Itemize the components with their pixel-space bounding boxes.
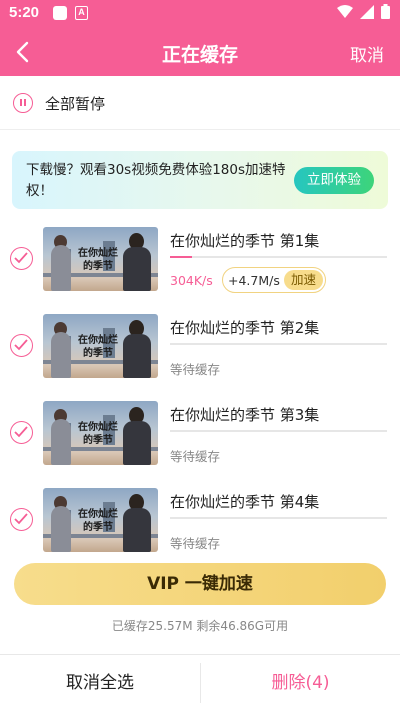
selected-check-icon[interactable] xyxy=(10,334,33,357)
episode-title: 在你灿烂的季节 第2集 xyxy=(170,319,320,337)
episode-thumbnail: 在你灿烂 的季节 xyxy=(43,401,158,465)
episode-thumbnail: 在你灿烂 的季节 xyxy=(43,314,158,378)
download-item[interactable]: 在你灿烂的季节 在你灿烂的季节 第1集 304K/s +4.7M/s 加速 xyxy=(0,222,400,308)
boost-button[interactable]: 加速 xyxy=(284,270,323,290)
episode-thumbnail: 在你灿烂 的季节 xyxy=(43,488,158,552)
page-title: 正在缓存 xyxy=(161,44,238,66)
status-time: 5:20 xyxy=(9,4,40,21)
waiting-status: 等待缓存 xyxy=(170,362,221,377)
storage-info: 已缓存25.57M 剩余46.86G可用 xyxy=(111,619,289,633)
deselect-all-button[interactable]: 取消全选 xyxy=(0,655,200,710)
thumbnail-caption-line: 的季节 xyxy=(83,348,113,359)
episode-title: 在你灿烂的季节 第4集 xyxy=(170,493,320,511)
download-item[interactable]: 在你灿烂的季节 在你灿烂的季节 第4集 等待缓存 xyxy=(0,483,400,569)
boost-pill: +4.7M/s 加速 xyxy=(222,267,326,293)
thumbnail-caption-line: 在你灿烂 xyxy=(78,248,118,259)
pause-icon xyxy=(13,93,33,113)
speed-promo-banner: 下载慢？观看30s视频免费体验180s加速特权！ 立即体验 xyxy=(12,151,388,209)
thumbnail-caption-line: 在你灿烂 xyxy=(78,335,118,346)
thumbnail-caption-line: 在你灿烂 xyxy=(78,422,118,433)
pause-all-row[interactable]: 全部暂停 xyxy=(0,76,400,130)
progress-bar xyxy=(170,430,387,432)
download-item[interactable]: 在你灿烂的季节 在你灿烂的季节 第3集 等待缓存 xyxy=(0,396,400,482)
delete-button[interactable]: 删除(4) xyxy=(201,655,400,710)
progress-fill xyxy=(170,256,192,258)
status-bar: 5:20 A xyxy=(0,0,400,28)
download-item[interactable]: 在你灿烂的季节 在你灿烂的季节 第2集 等待缓存 xyxy=(0,309,400,395)
waiting-status: 等待缓存 xyxy=(170,536,221,551)
thumbnail-caption-line: 的季节 xyxy=(83,522,113,533)
battery-icon xyxy=(381,4,390,19)
download-speed: 304K/s xyxy=(170,273,213,288)
thumbnail-caption-line: 的季节 xyxy=(83,261,113,272)
bottom-action-bar: 取消全选 删除(4) xyxy=(0,654,400,710)
try-now-button[interactable]: 立即体验 xyxy=(294,167,374,194)
selected-check-icon[interactable] xyxy=(10,421,33,444)
app-notification-icon: A xyxy=(75,6,88,20)
signal-icon xyxy=(360,4,374,19)
promo-text: 下载慢？观看30s视频免费体验180s加速特权！ xyxy=(26,162,286,199)
boost-speed: +4.7M/s xyxy=(228,273,280,288)
thumbnail-caption-line: 在你灿烂 xyxy=(78,509,118,520)
episode-thumbnail: 在你灿烂 的季节 xyxy=(43,227,158,291)
wifi-icon xyxy=(337,5,353,18)
vip-boost-button[interactable]: VIP 一键加速 xyxy=(14,563,386,605)
title-bar: 正在缓存 取消 xyxy=(0,28,400,76)
episode-title: 在你灿烂的季节 第1集 xyxy=(170,232,320,250)
selected-check-icon[interactable] xyxy=(10,508,33,531)
pause-all-label: 全部暂停 xyxy=(45,95,106,113)
episode-title: 在你灿烂的季节 第3集 xyxy=(170,406,320,424)
waiting-status: 等待缓存 xyxy=(170,449,221,464)
progress-bar xyxy=(170,256,387,258)
selected-check-icon[interactable] xyxy=(10,247,33,270)
thumbnail-caption-line: 的季节 xyxy=(83,435,113,446)
cancel-button[interactable]: 取消 xyxy=(350,41,384,66)
progress-bar xyxy=(170,343,387,345)
progress-bar xyxy=(170,517,387,519)
notification-icon xyxy=(53,6,67,20)
status-icons xyxy=(337,4,390,19)
